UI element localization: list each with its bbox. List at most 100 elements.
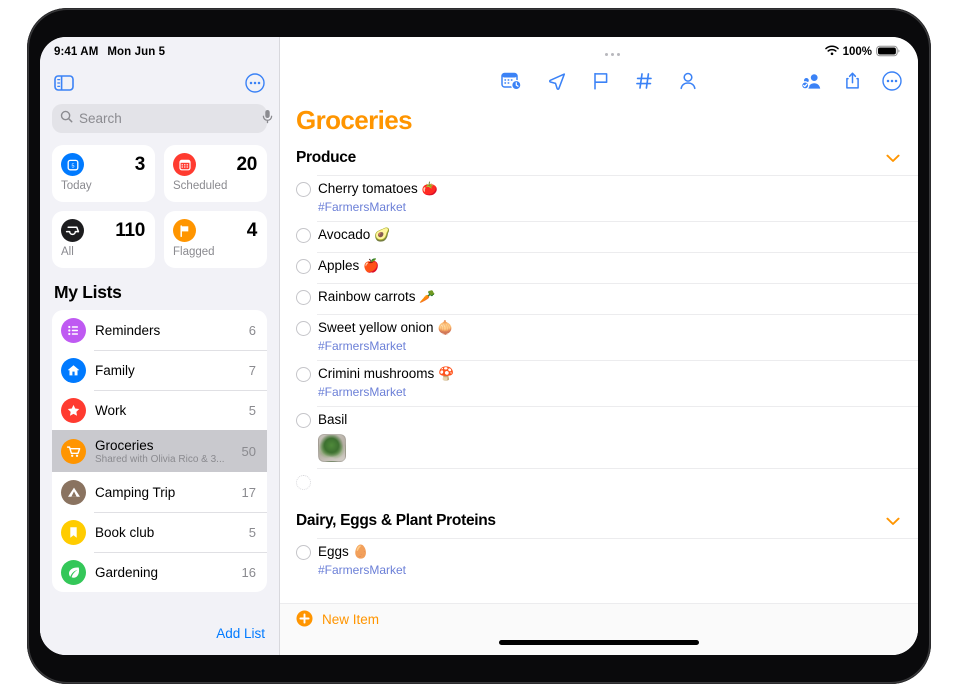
item-attachment-photo[interactable]	[318, 434, 346, 462]
complete-checkbox[interactable]	[296, 413, 311, 428]
item-tag[interactable]: #FarmersMarket	[318, 562, 900, 578]
complete-checkbox[interactable]	[296, 182, 311, 197]
ipad-device-frame: 9:41 AM Mon Jun 5 Search 5 3 Today 20 Sc…	[27, 8, 931, 684]
item-title-row: Eggs 🥚	[318, 543, 900, 561]
house-icon	[61, 357, 86, 383]
complete-checkbox[interactable]	[296, 367, 311, 382]
complete-checkbox[interactable]	[296, 228, 311, 243]
chevron-down-icon[interactable]	[886, 517, 900, 526]
item-title-row: Crimini mushrooms 🍄	[318, 365, 900, 383]
item-title-row: Sweet yellow onion 🧅	[318, 319, 900, 337]
shopping-cart-icon	[61, 438, 86, 464]
reminders-scroll-area[interactable]: Produce Cherry tomatoes 🍅 #FarmersMarket…	[280, 136, 918, 603]
flag-outline-icon[interactable]	[592, 71, 610, 91]
more-ellipsis-circle-icon[interactable]	[882, 71, 902, 91]
chevron-down-icon[interactable]	[886, 154, 900, 163]
list-item-text: Groceries Shared with Olivia Rico & 3...	[95, 438, 242, 465]
item-body: Eggs 🥚 #FarmersMarket	[318, 538, 900, 584]
item-separator	[317, 468, 918, 469]
list-item-subtitle: Shared with Olivia Rico & 3...	[95, 453, 225, 465]
bullet-list-icon	[61, 317, 86, 343]
item-emoji: 🥑	[374, 227, 391, 242]
sidebar-list-item-reminders[interactable]: Reminders 6	[52, 310, 267, 350]
reminder-row[interactable]: Eggs 🥚 #FarmersMarket	[280, 538, 918, 584]
sidebar-toggle-icon[interactable]	[54, 74, 74, 91]
item-separator	[317, 283, 918, 284]
item-title: Crimini mushrooms	[318, 366, 435, 381]
home-indicator-bar[interactable]	[499, 639, 699, 645]
shared-person-badge-icon[interactable]	[800, 71, 823, 91]
search-input[interactable]	[79, 111, 256, 126]
complete-checkbox[interactable]	[296, 545, 311, 560]
sidebar-list-item-camping-trip[interactable]: Camping Trip 17	[52, 472, 267, 512]
search-box[interactable]	[52, 104, 273, 133]
item-separator	[317, 175, 918, 176]
smart-card-label: Flagged	[173, 246, 215, 258]
share-upload-icon[interactable]	[844, 71, 861, 91]
item-separator	[317, 538, 918, 539]
sidebar-list-item-groceries[interactable]: Groceries Shared with Olivia Rico & 3... …	[52, 430, 267, 472]
item-emoji: 🍎	[363, 258, 380, 273]
reminder-row[interactable]: Basil	[280, 406, 918, 468]
reminder-row-empty[interactable]	[280, 468, 918, 499]
page-title: Groceries	[296, 105, 413, 135]
complete-checkbox[interactable]	[296, 475, 311, 490]
reminder-row[interactable]: Crimini mushrooms 🍄 #FarmersMarket	[280, 360, 918, 406]
sidebar-list-item-work[interactable]: Work 5	[52, 390, 267, 430]
smart-list-card-scheduled[interactable]: 20 Scheduled	[164, 145, 267, 202]
list-separator	[94, 552, 267, 553]
list-item-text: Book club	[95, 525, 249, 540]
hashtag-icon[interactable]	[635, 71, 654, 91]
smart-list-card-flagged[interactable]: 4 Flagged	[164, 211, 267, 268]
reminder-row[interactable]: Sweet yellow onion 🧅 #FarmersMarket	[280, 314, 918, 360]
my-lists-container: Reminders 6 Family 7 Work 5 Groceries Sha…	[40, 310, 279, 592]
complete-checkbox[interactable]	[296, 259, 311, 274]
sidebar-toolbar	[40, 63, 279, 97]
complete-checkbox[interactable]	[296, 290, 311, 305]
sidebar-list-item-gardening[interactable]: Gardening 16	[52, 552, 267, 592]
microphone-icon[interactable]	[262, 109, 273, 129]
item-title-row: Rainbow carrots 🥕	[318, 288, 900, 306]
item-tag[interactable]: #FarmersMarket	[318, 338, 900, 354]
flag-icon	[173, 219, 196, 242]
svg-text:5: 5	[71, 163, 74, 169]
person-outline-icon[interactable]	[679, 71, 697, 91]
list-item-text: Reminders	[95, 323, 249, 338]
smart-lists-grid: 5 3 Today 20 Scheduled 110 All 4 Flagged	[40, 133, 279, 268]
wifi-icon	[824, 45, 839, 59]
battery-full-icon	[876, 45, 900, 60]
more-ellipsis-circle-icon[interactable]	[245, 72, 265, 93]
item-tag[interactable]: #FarmersMarket	[318, 199, 900, 215]
item-title: Basil	[318, 412, 348, 427]
location-arrow-icon[interactable]	[547, 71, 567, 91]
smart-card-top: 4	[173, 219, 257, 242]
smart-list-card-all[interactable]: 110 All	[52, 211, 155, 268]
new-item-button[interactable]: New Item	[280, 603, 918, 635]
reminder-row[interactable]: Avocado 🥑	[280, 221, 918, 252]
grabber-dots-icon	[604, 44, 620, 56]
item-emoji: 🥚	[352, 544, 369, 559]
item-body: Sweet yellow onion 🧅 #FarmersMarket	[318, 314, 900, 360]
item-emoji: 🥕	[419, 289, 436, 304]
complete-checkbox[interactable]	[296, 321, 311, 336]
smart-card-count: 4	[246, 219, 258, 241]
reminder-row[interactable]: Apples 🍎	[280, 252, 918, 283]
reminder-row[interactable]: Cherry tomatoes 🍅 #FarmersMarket	[280, 175, 918, 221]
list-item-count: 17	[241, 484, 256, 500]
add-list-button[interactable]: Add List	[216, 626, 265, 641]
inbox-tray-icon	[61, 219, 84, 242]
item-tag[interactable]: #FarmersMarket	[318, 384, 900, 400]
item-title: Rainbow carrots	[318, 289, 416, 304]
sidebar-list-item-family[interactable]: Family 7	[52, 350, 267, 390]
sidebar: 9:41 AM Mon Jun 5 Search 5 3 Today 20 Sc…	[40, 37, 280, 655]
calendar-clock-icon[interactable]	[501, 71, 522, 91]
list-item-name: Reminders	[95, 322, 161, 338]
sidebar-list-item-book-club[interactable]: Book club 5	[52, 512, 267, 552]
window-grabber[interactable]	[280, 44, 825, 56]
reminder-row[interactable]: Rainbow carrots 🥕	[280, 283, 918, 314]
smart-card-label: Scheduled	[173, 180, 228, 192]
smart-list-card-today[interactable]: 5 3 Today	[52, 145, 155, 202]
star-icon	[61, 397, 86, 423]
my-lists-heading: My Lists	[54, 282, 122, 302]
status-date: Mon Jun 5	[107, 46, 166, 58]
